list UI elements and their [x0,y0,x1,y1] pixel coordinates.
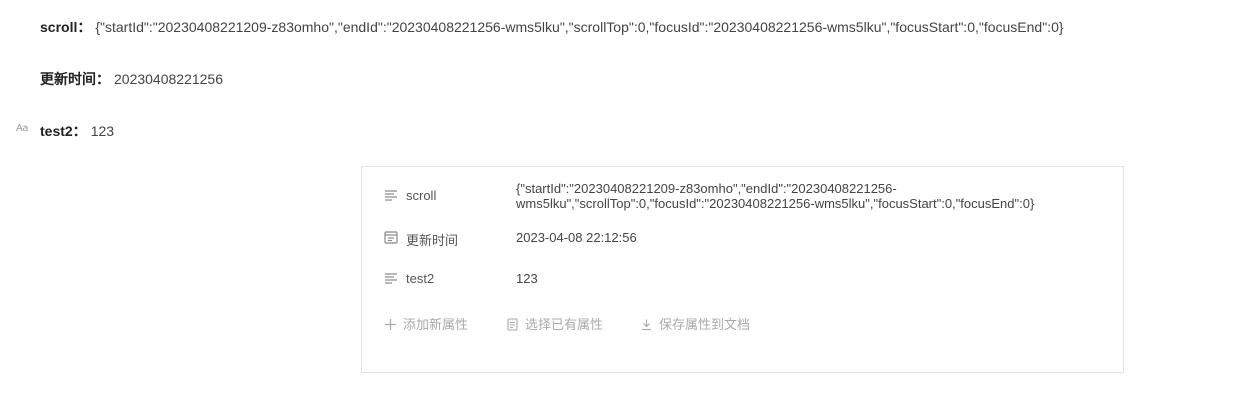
plus-icon [384,318,397,331]
doc-attr-scroll: scroll： {"startId":"20230408221209-z83omh… [40,17,1064,37]
attribute-panel: scroll {"startId":"20230408221209-z83omh… [361,166,1124,373]
attr-value-scroll[interactable]: {"startId":"20230408221209-z83omho","end… [516,181,1116,211]
doc-attr-test2: test2： 123 [40,121,114,141]
select-existing-attribute-button[interactable]: 选择已有属性 [506,314,603,333]
doc-attr-test2-key: test2： [40,123,87,139]
calendar-icon [384,230,398,244]
doc-attr-test2-value: 123 [90,123,115,139]
attr-value-updated[interactable]: 2023-04-08 22:12:56 [516,230,1116,245]
text-lines-icon [384,188,398,202]
doc-attr-updated-key: 更新时间： [40,71,110,87]
document-icon [506,318,519,331]
text-type-icon[interactable]: Aa [16,123,28,134]
text-lines-icon [384,271,398,285]
doc-attr-scroll-value: {"startId":"20230408221209-z83omho","end… [95,19,1064,35]
download-icon [640,318,653,331]
add-attribute-label: 添加新属性 [403,317,469,332]
attr-value-test2[interactable]: 123 [516,271,1116,286]
doc-attr-scroll-key: scroll： [40,19,92,35]
add-attribute-button[interactable]: 添加新属性 [384,314,468,333]
doc-attr-updated: 更新时间： 20230408221256 [40,69,223,89]
attr-label-updated: 更新时间 [406,233,459,248]
select-existing-attribute-label: 选择已有属性 [525,317,604,332]
attr-value-scroll-line2: wms5lku","scrollTop":0,"focusId":"202304… [516,196,1035,211]
attr-label-scroll: scroll [406,188,437,203]
attr-label-test2: test2 [406,271,435,286]
doc-attr-updated-value: 20230408221256 [114,71,224,87]
attr-value-scroll-line1: {"startId":"20230408221209-z83omho","end… [516,181,897,196]
save-attributes-to-doc-button[interactable]: 保存属性到文档 [640,314,750,333]
save-attributes-to-doc-label: 保存属性到文档 [659,317,751,332]
